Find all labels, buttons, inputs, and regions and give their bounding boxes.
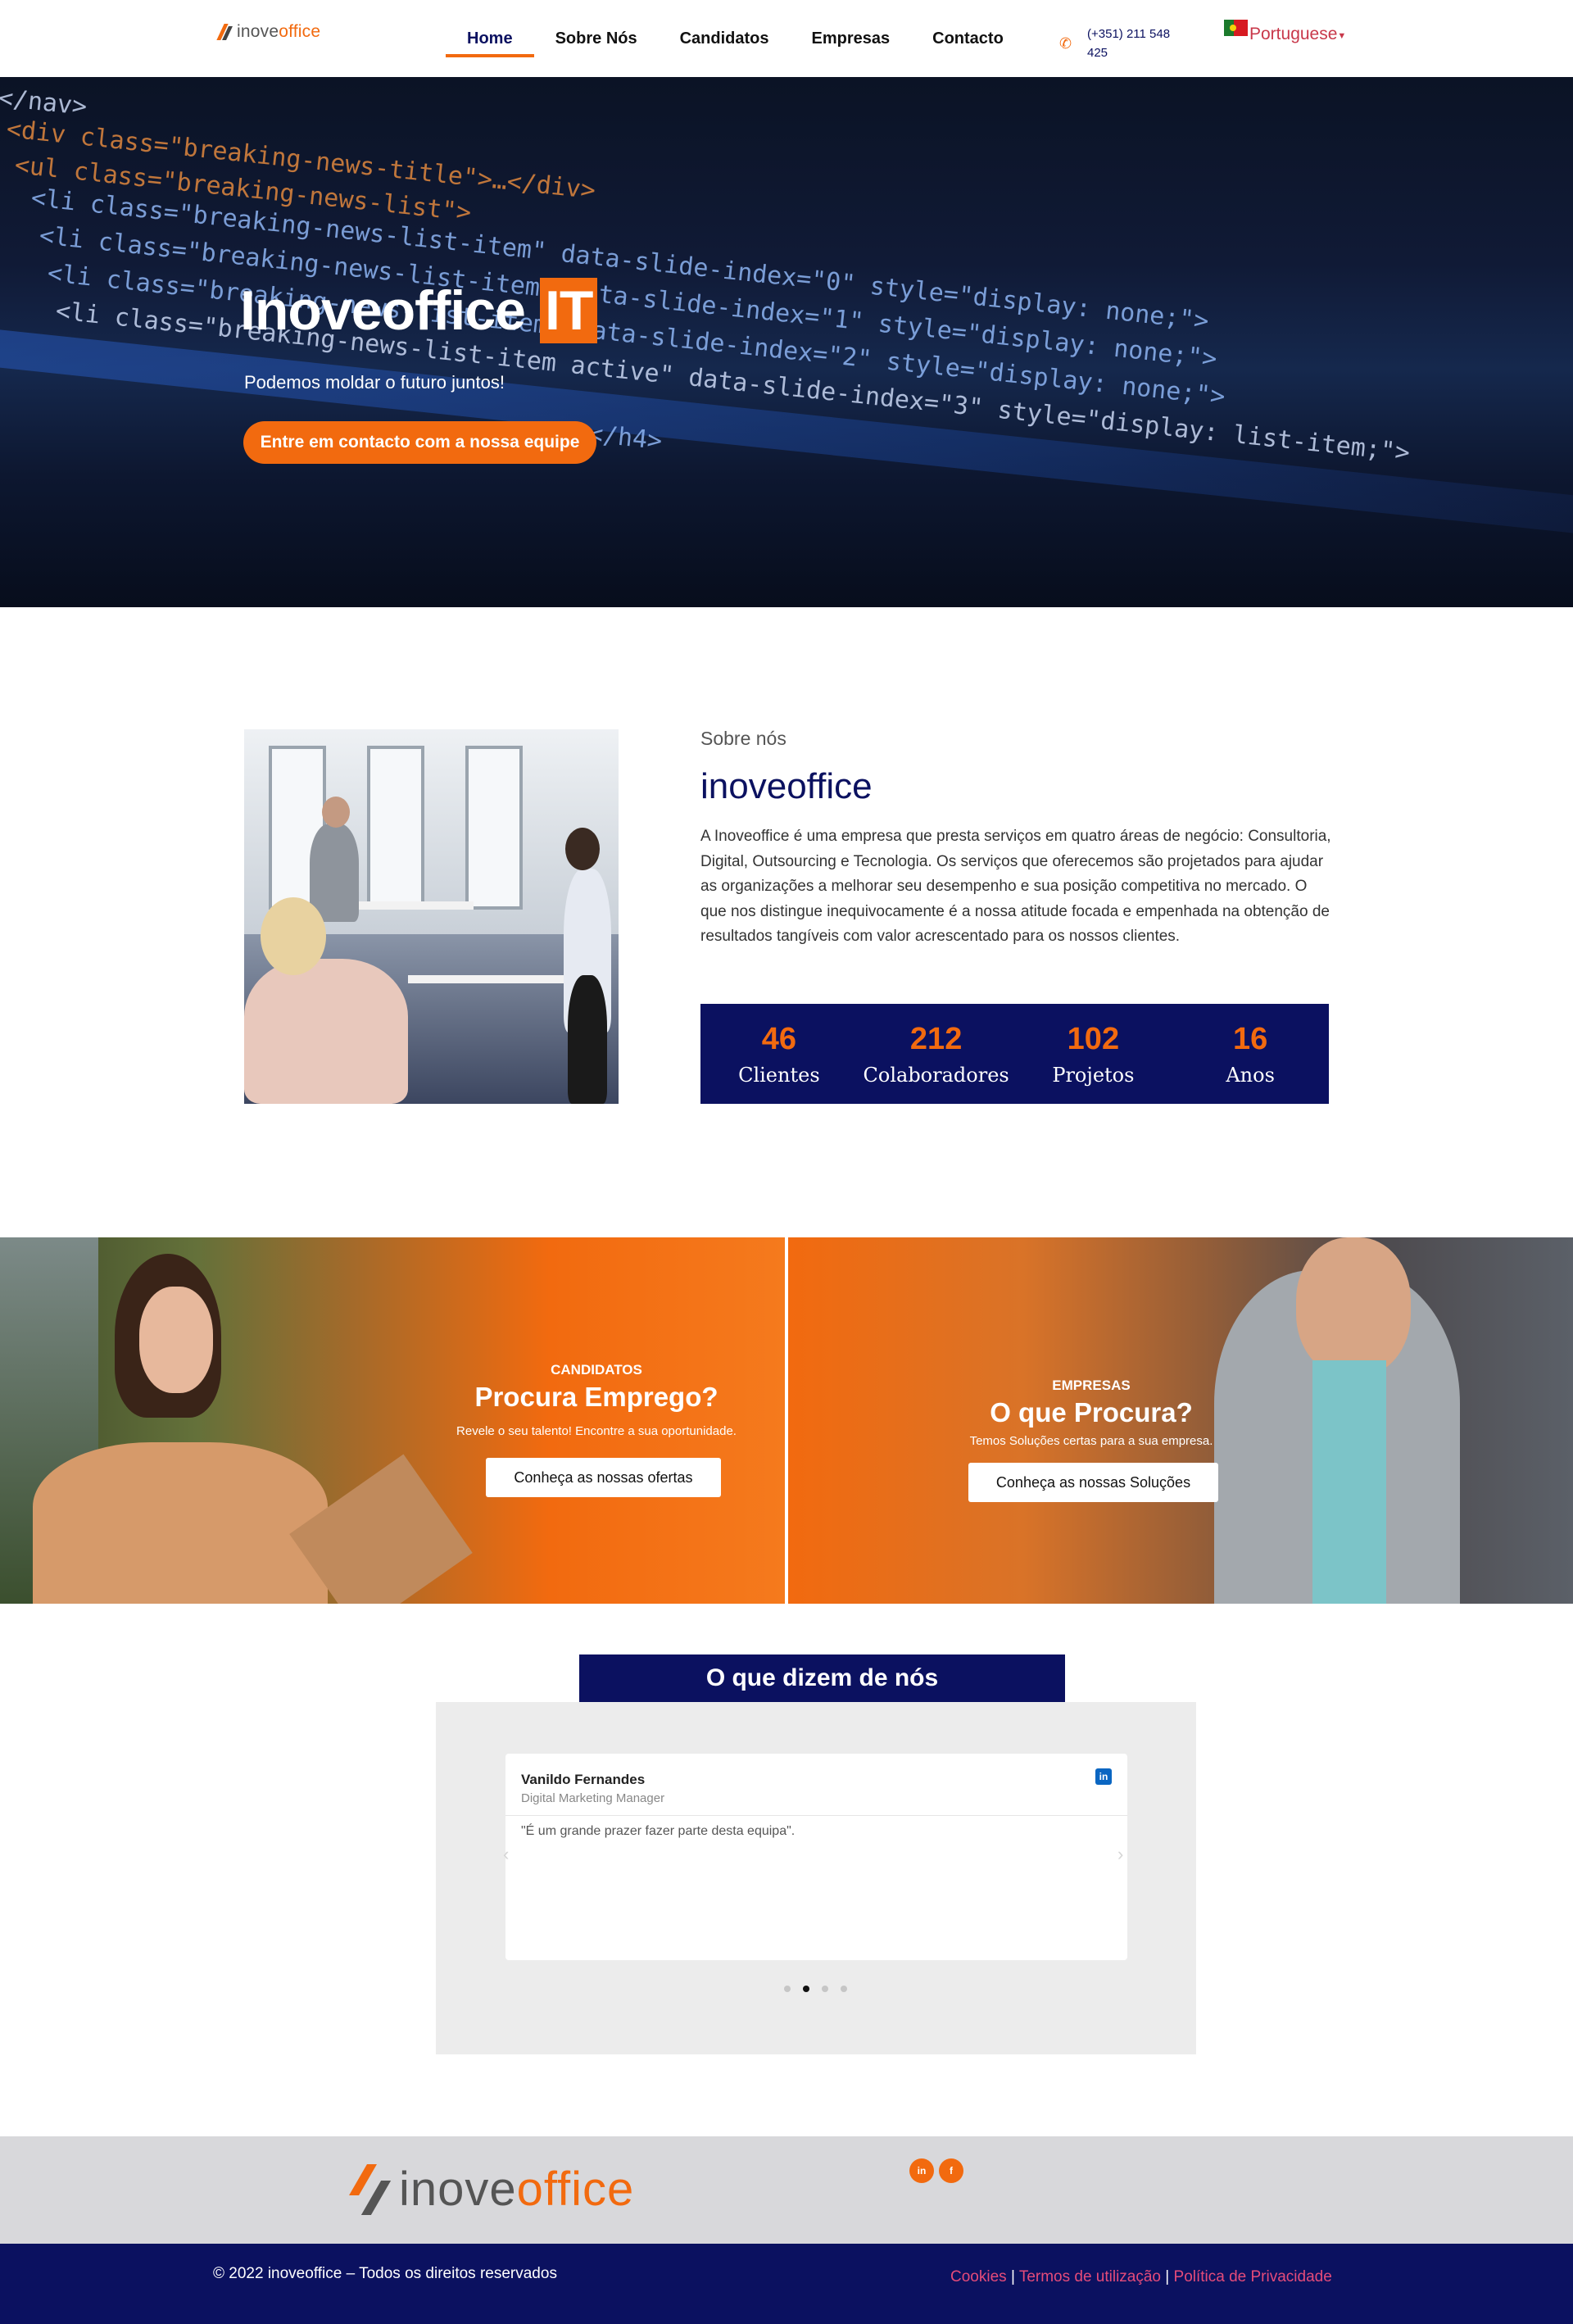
nav-sobre-nos[interactable]: Sobre Nós bbox=[534, 0, 659, 77]
link-separator: | bbox=[1165, 2268, 1170, 2285]
terms-link[interactable]: Termos de utilização bbox=[1019, 2268, 1161, 2285]
empresas-tagline: Temos Soluções certas para a sua empresa… bbox=[969, 1434, 1213, 1448]
about-title: inoveoffice bbox=[700, 766, 873, 806]
divider bbox=[505, 1815, 1127, 1816]
testimonial-name: Vanildo Fernandes bbox=[521, 1772, 646, 1787]
carousel-dots bbox=[784, 1986, 847, 1992]
hero-title: Inoveoffice IT bbox=[240, 278, 598, 343]
footer-logo[interactable]: inoveoffice bbox=[348, 2162, 634, 2217]
stats-bar: 46 Clientes 212 Colaboradores 102 Projet… bbox=[700, 1004, 1329, 1104]
linkedin-icon[interactable]: in bbox=[909, 2158, 934, 2183]
carousel-dot[interactable] bbox=[822, 1986, 828, 1992]
testimonial-quote: "É um grande prazer fazer parte desta eq… bbox=[521, 1824, 796, 1838]
link-separator: | bbox=[1010, 2268, 1015, 2285]
main-nav: Home Sobre Nós Candidatos Empresas Conta… bbox=[446, 0, 1025, 77]
stat-clientes: 46 Clientes bbox=[700, 1004, 858, 1104]
logo-text: inoveoffice bbox=[237, 22, 321, 41]
stat-value: 212 bbox=[909, 1022, 963, 1056]
legal-links: Cookies | Termos de utilização | Polític… bbox=[950, 2268, 1332, 2286]
portugal-flag-icon bbox=[1224, 20, 1248, 36]
carousel-dot[interactable] bbox=[841, 1986, 847, 1992]
logo-text: inoveoffice bbox=[399, 2163, 635, 2216]
stat-colaboradores: 212 Colaboradores bbox=[858, 1004, 1015, 1104]
hero-subtitle: Podemos moldar o futuro juntos! bbox=[244, 372, 505, 393]
footer-top bbox=[0, 2136, 1573, 2244]
copyright-text: © 2022 inoveoffice – Todos os direitos r… bbox=[213, 2265, 557, 2282]
testimonial-role: Digital Marketing Manager bbox=[521, 1791, 665, 1805]
code-line: </h4> bbox=[587, 420, 664, 456]
chevron-down-icon: ▼ bbox=[1337, 31, 1347, 41]
logo-mark-icon bbox=[216, 24, 233, 40]
about-description: A Inoveoffice é uma empresa que presta s… bbox=[700, 828, 1331, 945]
language-label: Portuguese bbox=[1249, 25, 1338, 43]
privacy-link[interactable]: Política de Privacidade bbox=[1174, 2268, 1332, 2285]
empresas-kicker: EMPRESAS bbox=[1052, 1378, 1131, 1393]
empresas-promo: EMPRESAS O que Procura? Temos Soluções c… bbox=[788, 1237, 1573, 1604]
about-office-photo bbox=[244, 729, 619, 1104]
header-logo[interactable]: inoveoffice bbox=[216, 22, 321, 42]
hero-banner: </nav> <div class="breaking-news-title">… bbox=[0, 77, 1573, 607]
stat-label: Projetos bbox=[1052, 1064, 1135, 1087]
stat-anos: 16 Anos bbox=[1172, 1004, 1329, 1104]
candidatos-headline: Procura Emprego? bbox=[474, 1382, 719, 1412]
logo-mark-icon bbox=[348, 2163, 392, 2215]
carousel-prev-icon[interactable]: ‹ bbox=[503, 1844, 509, 1865]
stat-value: 16 bbox=[1232, 1022, 1268, 1056]
candidatos-kicker: CANDIDATOS bbox=[551, 1362, 642, 1378]
nav-home[interactable]: Home bbox=[446, 0, 534, 77]
stat-label: Anos bbox=[1226, 1064, 1275, 1087]
candidatos-promo: CANDIDATOS Procura Emprego? Revele o seu… bbox=[0, 1237, 785, 1604]
candidatos-offers-button[interactable]: Conheça as nossas ofertas bbox=[486, 1458, 721, 1497]
testimonials-title: O que dizem de nós bbox=[579, 1654, 1065, 1702]
stat-label: Clientes bbox=[738, 1064, 820, 1087]
stat-projetos: 102 Projetos bbox=[1015, 1004, 1172, 1104]
nav-contacto[interactable]: Contacto bbox=[911, 0, 1025, 77]
empresas-headline: O que Procura? bbox=[990, 1397, 1193, 1428]
phone-number: (+351) 211 548 425 bbox=[1087, 27, 1171, 60]
stat-label: Colaboradores bbox=[863, 1064, 1009, 1087]
cookies-link[interactable]: Cookies bbox=[950, 2268, 1007, 2285]
site-header: inoveoffice Home Sobre Nós Candidatos Em… bbox=[0, 0, 1573, 77]
hero-code-background: </nav> <div class="breaking-news-title">… bbox=[0, 77, 1573, 607]
nav-empresas[interactable]: Empresas bbox=[791, 0, 912, 77]
carousel-dot[interactable] bbox=[784, 1986, 791, 1992]
footer-socials: in f bbox=[909, 2158, 963, 2183]
testimonial-card: Vanildo Fernandes Digital Marketing Mana… bbox=[505, 1754, 1127, 1960]
hero-title-highlight: IT bbox=[539, 278, 598, 343]
promo-woman-photo bbox=[33, 1442, 328, 1604]
language-switcher[interactable]: Portuguese ▼ bbox=[1224, 20, 1346, 44]
linkedin-icon[interactable]: in bbox=[1095, 1768, 1112, 1785]
empresas-solutions-button[interactable]: Conheça as nossas Soluções bbox=[968, 1463, 1218, 1502]
facebook-icon[interactable]: f bbox=[939, 2158, 963, 2183]
stat-value: 102 bbox=[1067, 1022, 1120, 1056]
contact-team-button[interactable]: Entre em contacto com a nossa equipe bbox=[243, 421, 596, 464]
carousel-dot-active[interactable] bbox=[803, 1986, 809, 1992]
candidatos-tagline: Revele o seu talento! Encontre a sua opo… bbox=[456, 1424, 737, 1438]
header-phone[interactable]: ✆ (+351) 211 548 425 bbox=[1059, 25, 1185, 62]
about-subtitle: Sobre nós bbox=[700, 728, 786, 749]
footer-bottom bbox=[0, 2244, 1573, 2324]
nav-candidatos[interactable]: Candidatos bbox=[659, 0, 791, 77]
carousel-next-icon[interactable]: › bbox=[1117, 1844, 1123, 1865]
stat-value: 46 bbox=[761, 1022, 797, 1056]
phone-icon: ✆ bbox=[1059, 35, 1072, 52]
